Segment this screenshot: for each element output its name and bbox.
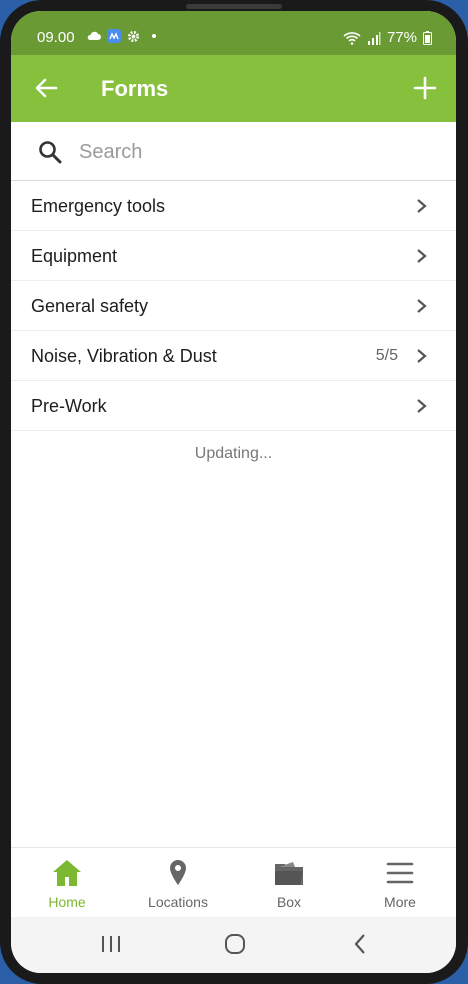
search-bar	[11, 122, 456, 181]
system-nav-bar	[11, 917, 456, 973]
app-notification-icon	[107, 29, 121, 43]
page-title: Forms	[101, 76, 169, 101]
cloud-icon	[87, 31, 101, 40]
chevron-right-icon	[417, 199, 427, 213]
wifi-icon	[343, 31, 361, 45]
updating-status: Updating...	[194, 445, 273, 462]
list-item-pre-work[interactable]: Pre-Work	[11, 381, 456, 431]
location-pin-icon	[170, 860, 186, 885]
battery-icon	[423, 30, 432, 45]
home-icon	[53, 860, 81, 886]
folder-icon	[275, 862, 303, 885]
status-time: 09.00	[37, 29, 75, 46]
notification-icons	[87, 29, 158, 43]
screen: 09.00 77% Forms Eme	[11, 11, 456, 973]
nav-box[interactable]: Box	[244, 858, 334, 910]
recent-apps-icon[interactable]	[97, 931, 125, 957]
nav-more[interactable]: More	[355, 858, 445, 910]
nav-label: More	[384, 894, 416, 910]
nav-home[interactable]: Home	[22, 858, 112, 910]
phone-frame: 09.00 77% Forms Eme	[0, 0, 468, 984]
signal-icon	[367, 31, 381, 45]
chevron-right-icon	[417, 249, 427, 263]
list-item-label: Noise, Vibration & Dust	[31, 346, 217, 366]
status-bar: 09.00 77%	[11, 11, 456, 55]
speaker-grille	[186, 4, 282, 9]
bottom-nav: Home Locations Box More	[11, 847, 456, 918]
search-icon	[39, 141, 62, 164]
chevron-right-icon	[417, 299, 427, 313]
dot-icon	[152, 34, 156, 38]
system-status: 77%	[343, 29, 432, 46]
list-item-label: Pre-Work	[31, 396, 107, 416]
nav-label: Locations	[148, 894, 208, 910]
battery-percent: 77%	[386, 29, 417, 46]
nav-label: Box	[276, 894, 302, 910]
list-item-general-safety[interactable]: General safety	[11, 281, 456, 331]
chevron-right-icon	[417, 399, 427, 413]
chevron-right-icon	[417, 349, 427, 363]
search-input[interactable]	[77, 134, 421, 170]
forms-list: Emergency tools Equipment General safety…	[11, 181, 456, 431]
add-icon[interactable]	[412, 75, 438, 101]
list-item-label: General safety	[31, 296, 149, 316]
nav-locations[interactable]: Locations	[133, 858, 223, 910]
home-button-icon[interactable]	[221, 931, 249, 957]
nav-label: Home	[48, 894, 86, 910]
list-item-label: Equipment	[31, 246, 118, 266]
back-arrow-icon[interactable]	[33, 75, 59, 101]
app-bar: Forms	[11, 55, 456, 122]
list-item-label: Emergency tools	[31, 196, 166, 216]
list-item-emergency-tools[interactable]: Emergency tools	[11, 181, 456, 231]
menu-icon	[386, 862, 414, 884]
system-back-icon[interactable]	[347, 931, 375, 957]
gear-icon	[127, 30, 140, 42]
list-item-count: 5/5	[375, 347, 398, 364]
list-item-noise-vibration-dust[interactable]: Noise, Vibration & Dust 5/5	[11, 331, 456, 381]
list-item-equipment[interactable]: Equipment	[11, 231, 456, 281]
